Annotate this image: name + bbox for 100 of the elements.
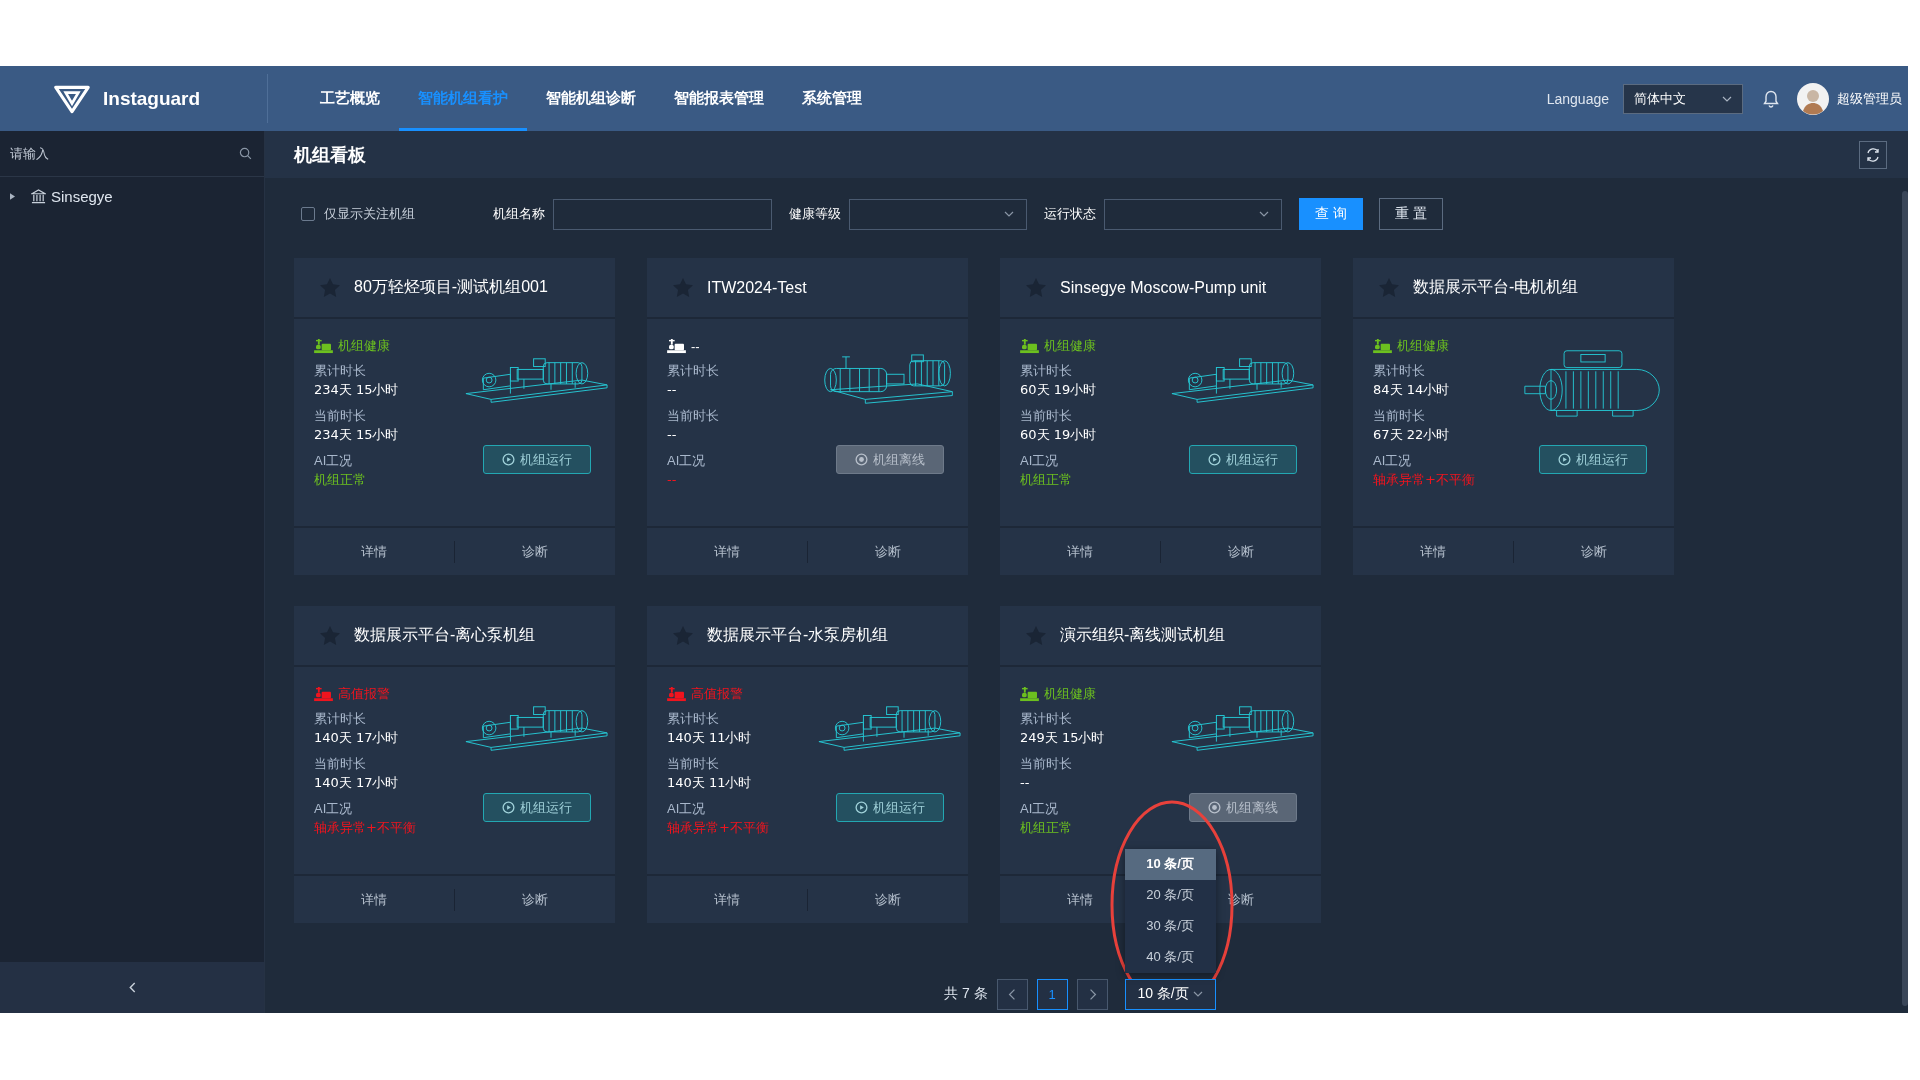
health-status: 高值报警	[338, 685, 390, 703]
language-label: Language	[1546, 90, 1609, 107]
field-label: AI工况	[667, 800, 707, 818]
field-label: 累计时长	[314, 362, 367, 380]
previous-page-icon[interactable]	[996, 978, 1028, 1010]
field-value: --	[667, 426, 677, 444]
diagnose-link[interactable]: 诊断	[455, 890, 615, 909]
field-label: 累计时长	[667, 710, 720, 728]
language-select[interactable]: 简体中文	[1623, 83, 1743, 114]
ai-status: 机组正常	[1020, 819, 1072, 837]
field-value: 60天 19小时	[1020, 381, 1097, 399]
field-label: 当前时长	[1020, 407, 1073, 425]
field-label: 当前时长	[314, 407, 367, 425]
nav-tab[interactable]: 智能报表管理	[655, 66, 783, 131]
page-title: 机组看板	[294, 143, 366, 167]
select-field[interactable]	[1104, 198, 1282, 230]
diagnose-link[interactable]: 诊断	[808, 542, 968, 561]
dropdown-option[interactable]: 30 条/页	[1124, 910, 1216, 942]
radio-icon	[1207, 801, 1221, 814]
field-value: 249天 15小时	[1020, 729, 1105, 747]
field-value: 234天 15小时	[314, 426, 399, 444]
status-button[interactable]: 机组运行	[482, 793, 591, 822]
details-link[interactable]: 详情	[1353, 542, 1513, 561]
dropdown-option[interactable]: 20 条/页	[1124, 879, 1216, 911]
field-label: 当前时长	[667, 407, 720, 425]
field-label: AI工况	[1373, 452, 1413, 470]
play-icon	[501, 801, 515, 814]
field-value: 140天 11小时	[667, 774, 752, 792]
nav-tab[interactable]: 工艺概览	[301, 66, 399, 131]
field-label: AI工况	[667, 452, 707, 470]
field-label: 累计时长	[667, 362, 720, 380]
play-icon	[854, 801, 868, 814]
bell-icon[interactable]	[1763, 89, 1779, 108]
caret-icon[interactable]	[10, 192, 15, 200]
health-status: 高值报警	[691, 685, 743, 703]
field-label: AI工况	[1020, 452, 1060, 470]
health-status: 机组健康	[1397, 337, 1449, 355]
status-button[interactable]: 机组运行	[835, 793, 944, 822]
page-button[interactable]: 1	[1036, 978, 1068, 1010]
ai-status: 轴承异常+不平衡	[314, 819, 416, 837]
logo-icon	[54, 83, 90, 114]
field-value: --	[1020, 774, 1030, 792]
status-button[interactable]: 机组运行	[1188, 445, 1297, 474]
status-button[interactable]: 机组运行	[1539, 445, 1647, 474]
field-value: 234天 15小时	[314, 381, 399, 399]
field-value: 60天 19小时	[1020, 426, 1097, 444]
card-title: 80万轻烃项目-测试机组001	[354, 277, 548, 297]
select-field[interactable]	[849, 198, 1027, 230]
field-label: 运行状态	[1044, 205, 1096, 223]
field-label: AI工况	[314, 452, 354, 470]
status-button[interactable]: 机组运行	[482, 445, 591, 474]
chevron-down-icon	[1192, 991, 1203, 997]
nav-tab[interactable]: 系统管理	[783, 66, 881, 131]
field-label: 累计时长	[1020, 362, 1073, 380]
search-field[interactable]: 请输入	[10, 146, 239, 161]
details-link[interactable]: 详情	[1000, 542, 1160, 561]
bank-icon	[31, 188, 46, 204]
details-link[interactable]: 详情	[294, 542, 454, 561]
ai-status: 轴承异常+不平衡	[667, 819, 769, 837]
field-label: AI工况	[1020, 800, 1060, 818]
diagnose-link[interactable]: 诊断	[455, 542, 615, 561]
details-link[interactable]: 详情	[647, 542, 807, 561]
field-label: 当前时长	[1373, 407, 1426, 425]
health-status: 机组健康	[1044, 685, 1096, 703]
checkbox[interactable]	[301, 207, 315, 221]
card-title: 数据展示平台-水泵房机组	[707, 625, 889, 645]
search-icon[interactable]	[239, 147, 252, 160]
field-label: 累计时长	[314, 710, 367, 728]
checkbox-label: 仅显示关注机组	[324, 205, 415, 223]
radio-icon	[854, 453, 868, 466]
next-page-icon[interactable]	[1076, 978, 1108, 1010]
field-label: 当前时长	[314, 755, 367, 773]
page-size-select[interactable]: 10 条/页	[1124, 978, 1216, 1010]
reset-button[interactable]: 重 置	[1379, 198, 1443, 230]
diagnose-link[interactable]: 诊断	[1161, 542, 1321, 561]
health-status: 机组健康	[1044, 337, 1096, 355]
field-label: 机组名称	[493, 205, 545, 223]
scrollbar[interactable]	[1902, 191, 1908, 1006]
avatar-icon[interactable]	[1797, 82, 1829, 115]
dropdown-option[interactable]: 10 条/页	[1124, 848, 1216, 880]
play-icon	[1558, 453, 1571, 466]
user-name[interactable]: 超级管理员	[1837, 89, 1902, 108]
diagnose-link[interactable]: 诊断	[1514, 542, 1674, 561]
field-label: 当前时长	[667, 755, 720, 773]
field-value: --	[667, 381, 677, 399]
details-link[interactable]: 详情	[647, 890, 807, 909]
field-value: 140天 17小时	[314, 729, 399, 747]
nav-tab[interactable]: 智能机组诊断	[527, 66, 655, 131]
tree-item[interactable]: Sinsegye	[51, 187, 113, 205]
field-label: 累计时长	[1373, 362, 1426, 380]
diagnose-link[interactable]: 诊断	[808, 890, 968, 909]
total-count: 共 7 条	[944, 985, 988, 1003]
play-icon	[1207, 453, 1221, 466]
dropdown-option[interactable]: 40 条/页	[1124, 941, 1216, 973]
refresh-icon[interactable]	[1859, 140, 1887, 169]
chevron-down-icon	[1004, 211, 1014, 217]
field-value: 140天 11小时	[667, 729, 752, 747]
input-field[interactable]	[553, 198, 772, 230]
details-link[interactable]: 详情	[294, 890, 454, 909]
field-label: 累计时长	[1020, 710, 1073, 728]
